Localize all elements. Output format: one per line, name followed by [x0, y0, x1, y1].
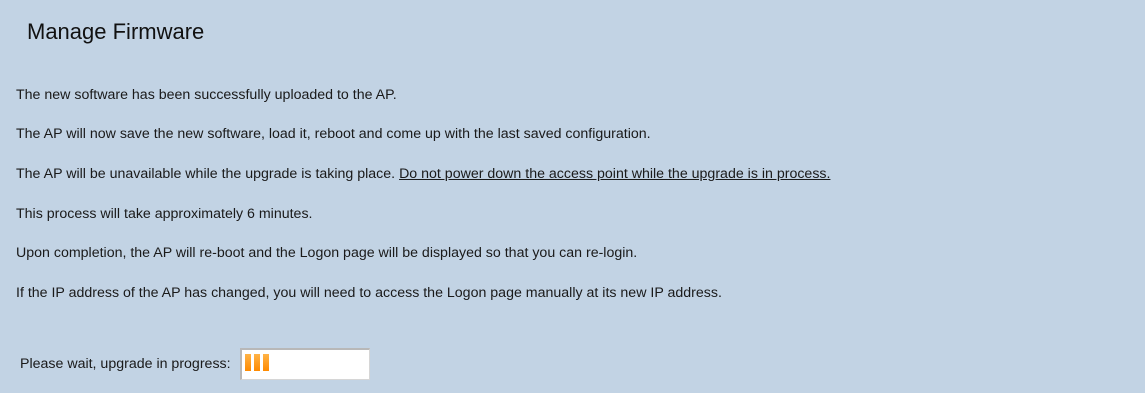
progress-segment	[253, 354, 260, 371]
upgrade-progress-bar	[239, 348, 370, 380]
progress-segment	[262, 354, 269, 371]
page-title: Manage Firmware	[27, 19, 205, 44]
unavailable-text: The AP will be unavailable while the upg…	[16, 166, 396, 182]
unavailable-message: The AP will be unavailable while the upg…	[16, 166, 830, 182]
reboot-info-message: The AP will now save the new software, l…	[16, 126, 651, 142]
ip-change-message: If the IP address of the AP has changed,…	[16, 285, 722, 301]
progress-segment	[244, 354, 251, 371]
manage-firmware-panel: Manage Firmware The new software has bee…	[0, 0, 1145, 393]
upload-success-message: The new software has been successfully u…	[16, 87, 397, 103]
upgrade-progress-row: Please wait, upgrade in progress:	[20, 346, 370, 382]
progress-segments	[244, 354, 269, 371]
completion-message: Upon completion, the AP will re-boot and…	[16, 245, 638, 261]
duration-message: This process will take approximately 6 m…	[16, 206, 313, 222]
power-warning-text: Do not power down the access point while…	[399, 166, 831, 182]
progress-label: Please wait, upgrade in progress:	[20, 356, 231, 372]
